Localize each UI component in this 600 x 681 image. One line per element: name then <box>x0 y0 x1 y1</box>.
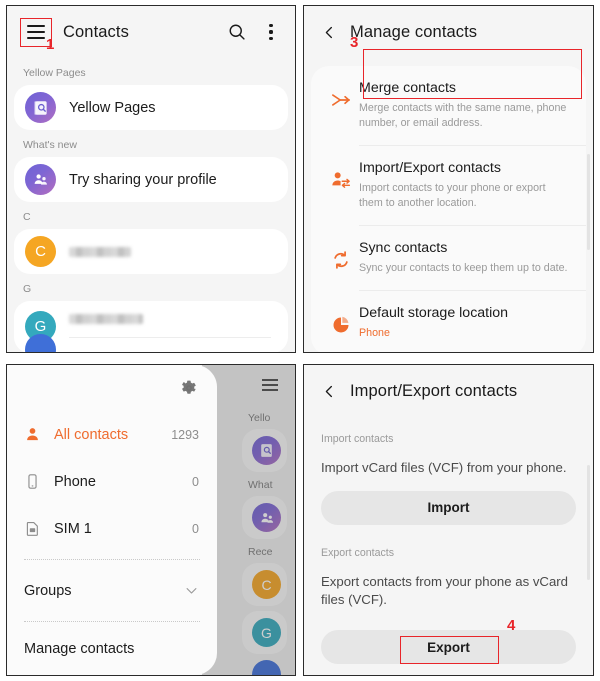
section-label-c: C <box>23 211 31 223</box>
section-label-export-contacts: Export contacts <box>321 546 395 559</box>
manage-row-subtitle: Phone <box>359 326 390 339</box>
manage-options-card: Merge contacts Merge contacts with the s… <box>311 66 586 352</box>
sidebar-item-manage-contacts[interactable]: Manage contacts <box>7 629 217 669</box>
drawer-top-bar <box>7 365 217 411</box>
sync-refresh-icon <box>323 245 359 275</box>
sidebar-item-label: SIM 1 <box>54 520 92 537</box>
list-item-label: Yellow Pages <box>69 99 156 116</box>
back-chevron-icon[interactable] <box>318 380 340 402</box>
manage-appbar: Manage contacts <box>304 6 593 58</box>
scrollbar[interactable] <box>587 465 590 580</box>
step-badge-4: 4 <box>507 617 516 634</box>
sidebar-item-all-contacts[interactable]: All contacts 1293 <box>7 411 217 458</box>
page-title: Manage contacts <box>350 22 478 41</box>
sidebar-item-groups[interactable]: Groups <box>7 567 217 614</box>
import-description: Import vCard files (VCF) from your phone… <box>321 460 567 475</box>
storage-pie-icon <box>323 310 359 340</box>
sidebar-item-label: Manage contacts <box>24 641 135 657</box>
manage-row-title: Merge contacts <box>359 80 456 96</box>
list-item[interactable]: Yellow Pages <box>14 85 288 130</box>
step-badge-3: 3 <box>350 34 359 51</box>
manage-row-title: Default storage location <box>359 305 509 322</box>
manage-row-subtitle: Import contacts to your phone or export … <box>359 181 546 210</box>
share-profile-icon <box>25 164 56 195</box>
manage-row-default-storage-location[interactable]: Default storage location Phone <box>311 291 586 352</box>
sidebar-item-phone[interactable]: Phone 0 <box>7 458 217 505</box>
sidebar-item-label: All contacts <box>54 426 129 443</box>
import-button[interactable]: Import <box>321 490 576 525</box>
section-label-yellow-pages: Yellow Pages <box>23 67 86 79</box>
phone-device-icon <box>24 473 54 490</box>
yellow-pages-icon <box>25 92 56 123</box>
divider <box>24 559 200 560</box>
divider <box>24 621 200 622</box>
sim-card-icon <box>24 520 54 537</box>
page-title: Contacts <box>63 22 129 41</box>
drawer-sheet: All contacts 1293 Phone 0 SIM 1 0 Groups… <box>7 365 217 675</box>
manage-row-subtitle: Merge contacts with the same name, phone… <box>359 101 567 129</box>
sidebar-item-label: Groups <box>24 582 72 599</box>
sidebar-item-count: 0 <box>192 521 199 536</box>
list-item[interactable]: Try sharing your profile <box>14 157 288 202</box>
person-icon <box>24 426 54 443</box>
sidebar-item-count: 0 <box>192 474 199 489</box>
manage-row-sync-contacts[interactable]: Sync contacts Sync your contacts to keep… <box>311 226 586 290</box>
manage-row-subtitle: Sync your contacts to keep them up to da… <box>359 262 568 274</box>
step-badge-1: 1 <box>46 36 55 53</box>
manage-row-title: Import/Export contacts <box>359 160 501 177</box>
manage-row-title: Sync contacts <box>359 240 448 257</box>
list-item-label: Try sharing your profile <box>69 171 217 188</box>
redacted-contact-name <box>69 246 131 257</box>
panel-contacts: Contacts Yellow Pages Yellow Pages What'… <box>6 5 296 353</box>
panel-navigation-drawer: Yello What Rece C G All contacts 1293 Ph… <box>6 364 296 676</box>
manage-row-merge-contacts[interactable]: Merge contacts Merge contacts with the s… <box>311 66 586 145</box>
redacted-contact-name <box>69 314 143 324</box>
page-title: Import/Export contacts <box>350 381 518 400</box>
export-button[interactable]: Export <box>321 630 576 665</box>
chevron-down-icon[interactable] <box>184 583 199 598</box>
import-export-person-icon <box>323 165 359 195</box>
avatar: C <box>25 236 56 267</box>
export-description: Export contacts from your phone as vCard… <box>321 573 569 608</box>
section-label-import-contacts: Import contacts <box>321 433 394 445</box>
sidebar-item-count: 1293 <box>171 427 199 442</box>
panel-import-export: Import/Export contacts Import contacts I… <box>303 364 594 676</box>
kebab-menu-icon[interactable] <box>261 24 281 40</box>
panel-manage-contacts: Manage contacts Merge contacts Merge con… <box>303 5 594 353</box>
scrollbar[interactable] <box>587 154 590 250</box>
section-label-whats-new: What's new <box>23 139 77 151</box>
gear-icon[interactable] <box>180 379 198 397</box>
manage-row-import-export-contacts[interactable]: Import/Export contacts Import contacts t… <box>311 146 586 225</box>
sidebar-item-label: Phone <box>54 473 96 490</box>
back-chevron-icon[interactable] <box>318 21 340 43</box>
import-export-appbar: Import/Export contacts <box>304 365 593 417</box>
section-label-g: G <box>23 283 32 295</box>
screenshot-root: Contacts Yellow Pages Yellow Pages What'… <box>0 0 600 681</box>
list-item[interactable]: C <box>14 229 288 274</box>
merge-arrows-icon <box>323 85 359 115</box>
sidebar-item-sim-1[interactable]: SIM 1 0 <box>7 505 217 552</box>
search-icon[interactable] <box>227 22 247 42</box>
